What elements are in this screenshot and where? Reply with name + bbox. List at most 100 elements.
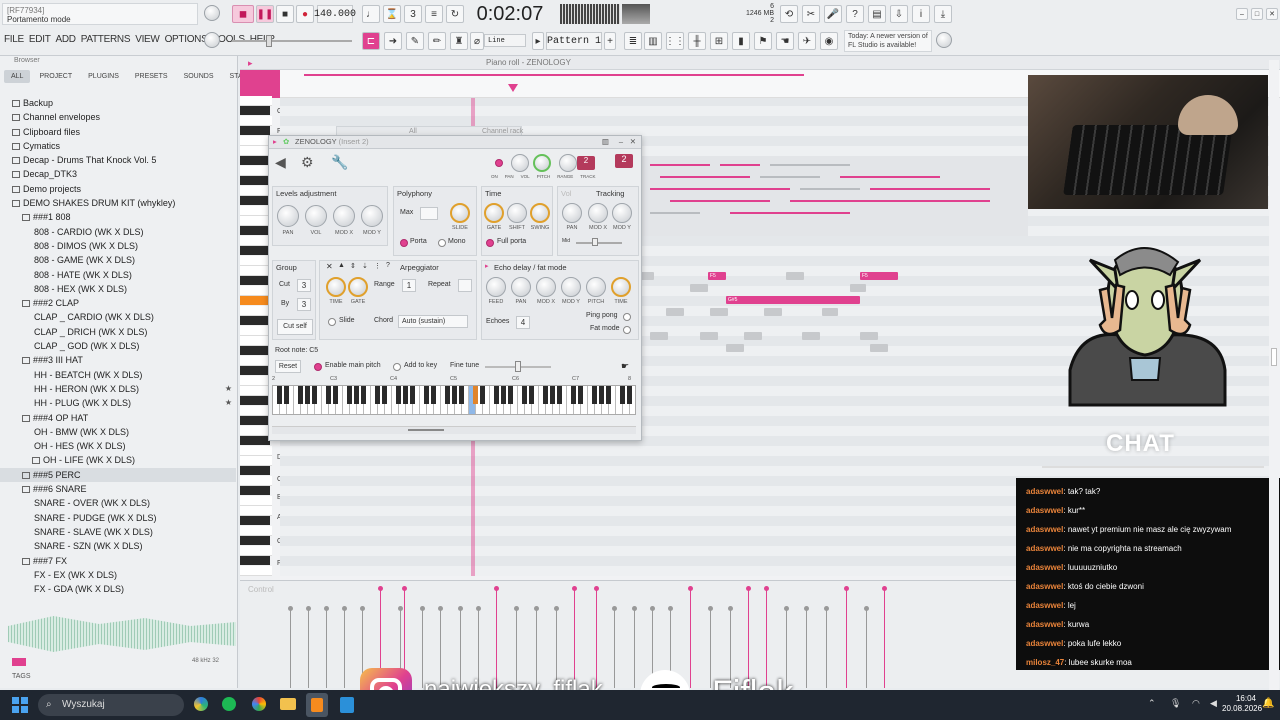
clock[interactable]: 16:04 20.08.2026: [1222, 694, 1262, 714]
plugin-black-key[interactable]: [312, 386, 317, 404]
echo-knob[interactable]: [611, 277, 631, 297]
plugin-black-key[interactable]: [557, 386, 562, 404]
arp-chord-select[interactable]: Auto (sustain): [398, 315, 468, 328]
mid-slider-handle[interactable]: [592, 238, 598, 246]
plugin-black-key[interactable]: [494, 386, 499, 404]
note[interactable]: [700, 332, 718, 340]
browser-item[interactable]: CLAP _ GOD (WK X DLS): [0, 339, 236, 353]
wait-icon[interactable]: ⌛: [383, 5, 401, 23]
shift-knob[interactable]: [507, 203, 527, 223]
tab-project[interactable]: PROJECT: [32, 70, 79, 83]
levels-mody-knob[interactable]: [361, 205, 383, 227]
master-volume-knob[interactable]: [204, 5, 220, 21]
plugin-black-key[interactable]: [599, 386, 604, 404]
export-icon[interactable]: ⤓: [934, 5, 952, 23]
echo-knob[interactable]: [536, 277, 556, 297]
tempo-display[interactable]: 140.000: [314, 5, 356, 23]
black-key[interactable]: [240, 396, 270, 405]
gate-knob[interactable]: [484, 203, 504, 223]
menu-edit[interactable]: EDIT: [29, 34, 51, 45]
arp-chord-icon[interactable]: ?: [386, 262, 390, 269]
black-key[interactable]: [240, 486, 270, 495]
fat-mode-radio[interactable]: [623, 326, 631, 334]
paint-icon[interactable]: ✎: [406, 32, 424, 50]
plugin-black-key[interactable]: [550, 386, 555, 404]
plugin-minimize-icon[interactable]: –: [619, 136, 623, 148]
plugin-black-key[interactable]: [445, 386, 450, 404]
echo-knob[interactable]: [511, 277, 531, 297]
browser-icon[interactable]: ▮: [732, 32, 750, 50]
info-icon[interactable]: i: [912, 5, 930, 23]
browser-item[interactable]: SNARE - PUDGE (WK X DLS): [0, 511, 236, 525]
white-key[interactable]: [240, 526, 272, 536]
browser-item[interactable]: FX - EX (WK X DLS): [0, 568, 236, 582]
plugin-black-key[interactable]: [543, 386, 548, 404]
note[interactable]: [850, 284, 866, 292]
white-key[interactable]: [240, 506, 272, 516]
pattern-select[interactable]: Pattern 1: [546, 32, 602, 50]
arp-random-icon[interactable]: ⋮: [374, 262, 381, 270]
copilot-icon[interactable]: [194, 697, 208, 711]
cut-self-button[interactable]: Cut self: [277, 319, 313, 335]
tracking-pan-knob[interactable]: [562, 203, 582, 223]
browser-item[interactable]: ###4 OP HAT: [0, 411, 236, 425]
note[interactable]: [726, 344, 744, 352]
stamp-icon[interactable]: ♜: [450, 32, 468, 50]
plugin-black-key[interactable]: [571, 386, 576, 404]
white-key[interactable]: [240, 476, 272, 486]
plugin-black-key[interactable]: [459, 386, 464, 404]
black-key[interactable]: [240, 226, 270, 235]
velocity-bar[interactable]: [746, 586, 751, 688]
tab-presets[interactable]: PRESETS: [128, 70, 175, 83]
mono-radio[interactable]: [438, 239, 446, 247]
black-key[interactable]: [240, 366, 270, 375]
browser-item[interactable]: FX - GDA (WK X DLS): [0, 582, 236, 596]
tracking-title[interactable]: Tracking: [596, 189, 624, 198]
browser-item[interactable]: Decap - Drums That Knock Vol. 5: [0, 153, 236, 167]
minimize-icon[interactable]: –: [1236, 8, 1248, 20]
pianoroll-corner[interactable]: [240, 70, 280, 98]
browser-item[interactable]: ###2 CLAP: [0, 296, 236, 310]
plugin-black-key[interactable]: [305, 386, 310, 404]
touch-keyboard-icon[interactable]: ☚: [776, 32, 794, 50]
note[interactable]: [640, 272, 654, 280]
snap-select[interactable]: Line: [484, 34, 526, 47]
right-scroll-track[interactable]: [1269, 60, 1279, 690]
snap-magnet-icon[interactable]: ⊏: [362, 32, 380, 50]
browser-item[interactable]: ###6 SNARE: [0, 482, 236, 496]
velocity-bar[interactable]: [764, 586, 769, 688]
menu-options[interactable]: OPTIONS: [165, 34, 208, 45]
tab-all[interactable]: ALL: [4, 70, 31, 83]
track-display[interactable]: 2: [615, 154, 633, 168]
black-key[interactable]: [240, 436, 270, 445]
playhead-marker[interactable]: [508, 84, 518, 92]
browser-item[interactable]: ###1 808: [0, 210, 236, 224]
arp-gate-knob[interactable]: [348, 277, 368, 297]
pitch-slider[interactable]: [232, 40, 352, 42]
browser-item[interactable]: OH - BMW (WK X DLS): [0, 425, 236, 439]
header-pitch-knob[interactable]: [559, 154, 577, 172]
note[interactable]: [690, 284, 708, 292]
fine-tune-handle[interactable]: [515, 361, 521, 372]
velocity-bar[interactable]: [306, 606, 311, 688]
slide-knob[interactable]: [450, 203, 470, 223]
note[interactable]: [802, 332, 820, 340]
browser-item[interactable]: HH - PLUG (WK X DLS) ★: [0, 396, 236, 410]
plugin-black-key[interactable]: [606, 386, 611, 404]
swing-knob[interactable]: [530, 203, 550, 223]
plugin-scroll-thumb[interactable]: [408, 429, 444, 431]
browser-item[interactable]: SNARE - OVER (WK X DLS): [0, 496, 236, 510]
white-key[interactable]: [240, 446, 272, 456]
notification-icon[interactable]: 🔔: [1262, 698, 1274, 709]
maximize-icon[interactable]: □: [1251, 8, 1263, 20]
by-box[interactable]: 3: [297, 298, 311, 311]
note[interactable]: [666, 308, 684, 316]
plugin-black-key[interactable]: [333, 386, 338, 404]
explorer-icon[interactable]: [280, 698, 296, 710]
plugin-black-key[interactable]: [354, 386, 359, 404]
zenology-titlebar[interactable]: ▸ ✿ ZENOLOGY (Insert 2) ▥ – ✕: [269, 136, 641, 149]
note[interactable]: [710, 308, 728, 316]
project-icon[interactable]: ✈: [798, 32, 816, 50]
echo-knob[interactable]: [561, 277, 581, 297]
black-key[interactable]: [240, 466, 270, 475]
